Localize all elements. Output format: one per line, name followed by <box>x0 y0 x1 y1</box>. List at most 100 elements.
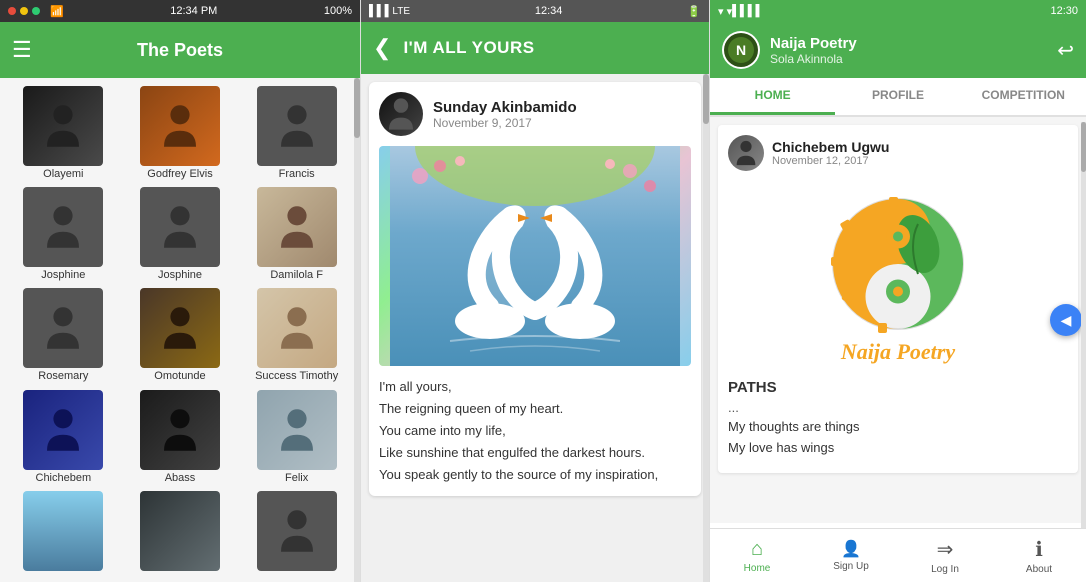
poet-item[interactable]: Abass <box>125 390 236 485</box>
poet-avatar <box>23 491 103 571</box>
poets-header: ☰ The Poets <box>0 22 360 78</box>
wifi-icon: 📶 <box>50 5 64 18</box>
poem-line: You speak gently to the source of my ins… <box>379 464 691 486</box>
poet-item[interactable]: Damilola F <box>241 187 352 282</box>
paths-line-1: My thoughts are things <box>728 417 1068 438</box>
signup-icon: 👤 <box>841 539 861 559</box>
dot-yellow <box>20 7 28 15</box>
poem-line: Like sunshine that engulfed the darkest … <box>379 442 691 464</box>
login-icon: ⇒ <box>937 537 954 562</box>
status-bar-1: 📶 12:34 PM 100% <box>0 0 360 22</box>
nav-home-label: Home <box>744 563 771 574</box>
poet-name: Josphine <box>158 269 202 281</box>
poet-avatar <box>257 86 337 166</box>
bottom-nav: ⌂ Home 👤 Sign Up ⇒ Log In ℹ About <box>710 528 1086 582</box>
nav-signup[interactable]: 👤 Sign Up <box>804 529 898 582</box>
poet-item[interactable]: Rosemary <box>8 288 119 383</box>
silhouette-icon <box>277 406 317 454</box>
silhouette-icon <box>160 203 200 251</box>
poet-avatar <box>140 288 220 368</box>
poem-line: I'm all yours, <box>379 376 691 398</box>
silhouette-icon <box>43 102 83 150</box>
silhouette-icon <box>43 304 83 352</box>
poet-item[interactable]: Olayemi <box>8 86 119 181</box>
status-bar-3: ▾ ▾ ▌▌▌▌ 12:30 <box>710 0 1086 22</box>
poet-item[interactable] <box>241 491 352 574</box>
tab-home[interactable]: HOME <box>710 78 835 115</box>
poet-item[interactable]: Felix <box>241 390 352 485</box>
menu-button[interactable]: ☰ <box>12 37 32 63</box>
nav-about-label: About <box>1026 564 1052 575</box>
tabs-bar: HOME PROFILE COMPETITION <box>710 78 1086 117</box>
poet-avatar <box>140 187 220 267</box>
scroll-indicator-button[interactable]: ◀ <box>1050 304 1082 336</box>
about-icon: ℹ <box>1035 537 1043 562</box>
user-name: Sola Akinnola <box>770 52 1047 66</box>
tab-competition[interactable]: COMPETITION <box>961 78 1086 115</box>
poet-item[interactable]: Chichebem <box>8 390 119 485</box>
naija-header: N Naija Poetry Sola Akinnola ↩ <box>710 22 1086 78</box>
poet-avatar <box>140 86 220 166</box>
poet-item[interactable] <box>8 491 119 574</box>
poet-name: Olayemi <box>43 168 83 180</box>
poet-avatar <box>23 390 103 470</box>
silhouette-icon <box>160 406 200 454</box>
poet-item[interactable]: Success Timothy <box>241 288 352 383</box>
scrollbar-thumb-2[interactable] <box>703 74 709 124</box>
poem-title: I'M ALL YOURS <box>403 38 534 58</box>
panel-poem: ▌▌▌ LTE 12:34 🔋 ❮ I'M ALL YOURS Sunday A… <box>360 0 710 582</box>
poem-line: The reigning queen of my heart. <box>379 398 691 420</box>
nav-login[interactable]: ⇒ Log In <box>898 529 992 582</box>
back-button[interactable]: ❮ <box>373 35 391 61</box>
tab-profile[interactable]: PROFILE <box>835 78 960 115</box>
poem-author-name: Sunday Akinbamido <box>433 99 577 116</box>
poem-text: I'm all yours, The reigning queen of my … <box>379 376 691 486</box>
naija-author-row: Chichebem Ugwu November 12, 2017 <box>728 135 1068 171</box>
naija-logo-area: Naija Poetry <box>728 179 1068 375</box>
poet-avatar <box>23 187 103 267</box>
poet-item[interactable]: Francis <box>241 86 352 181</box>
poem-image <box>379 146 691 366</box>
naija-post-author: Chichebem Ugwu <box>772 139 889 155</box>
logout-button[interactable]: ↩ <box>1057 38 1074 63</box>
poet-name: Chichebem <box>36 472 92 484</box>
poet-item[interactable]: Josphine <box>8 187 119 282</box>
naija-text-logo: Naija Poetry <box>841 339 955 365</box>
dot-red <box>8 7 16 15</box>
panel-naija: ▾ ▾ ▌▌▌▌ 12:30 N Naija Poetry Sola Akinn… <box>710 0 1086 582</box>
poet-avatar <box>23 288 103 368</box>
app-name: Naija Poetry <box>770 35 1047 52</box>
poets-title: The Poets <box>137 40 223 61</box>
silhouette-icon <box>277 203 317 251</box>
paths-line-2: My love has wings <box>728 438 1068 459</box>
poet-name: Abass <box>165 472 196 484</box>
time-display-3: 12:30 <box>1050 5 1078 17</box>
scrollbar-3 <box>1081 122 1086 528</box>
poet-item[interactable]: Godfrey Elvis <box>125 86 236 181</box>
time-display-2: 12:34 <box>535 5 563 17</box>
naija-avatar-svg: N <box>724 33 758 67</box>
poet-item[interactable]: Josphine <box>125 187 236 282</box>
poet-item[interactable]: Omotunde <box>125 288 236 383</box>
battery-icon-2: 🔋 <box>687 5 701 18</box>
naija-post-date: November 12, 2017 <box>772 155 889 167</box>
naija-silhouette-icon <box>734 139 758 167</box>
naija-header-text: Naija Poetry Sola Akinnola <box>770 35 1047 66</box>
poet-avatar <box>257 491 337 571</box>
silhouette-icon <box>277 507 317 555</box>
poets-grid: Olayemi Godfrey Elvis Francis Josphine <box>0 78 360 582</box>
poem-card: Sunday Akinbamido November 9, 2017 <box>369 82 701 496</box>
scrollbar-thumb-3[interactable] <box>1081 122 1086 172</box>
paths-title: PATHS <box>728 379 1068 396</box>
nav-signup-label: Sign Up <box>833 561 869 572</box>
poem-author-avatar <box>379 92 423 136</box>
poet-item[interactable] <box>125 491 236 574</box>
silhouette-icon <box>160 102 200 150</box>
poet-name: Omotunde <box>154 370 205 382</box>
nav-about[interactable]: ℹ About <box>992 529 1086 582</box>
network-bars-3: ▌▌▌▌ <box>732 5 763 17</box>
poet-name: Josphine <box>41 269 85 281</box>
poet-avatar <box>140 390 220 470</box>
poem-header: ❮ I'M ALL YOURS <box>361 22 709 74</box>
nav-home[interactable]: ⌂ Home <box>710 529 804 582</box>
